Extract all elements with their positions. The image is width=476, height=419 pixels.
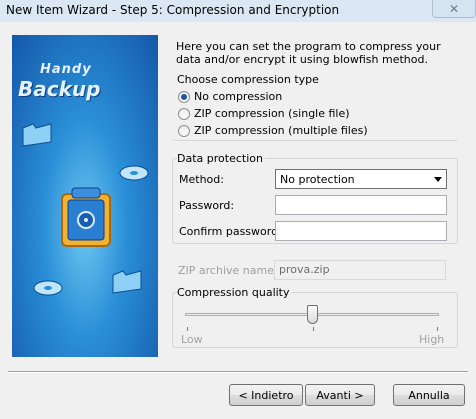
- logo-text-handy: Handy: [40, 62, 92, 77]
- method-label: Method:: [179, 173, 224, 186]
- radio-zip-single[interactable]: ZIP compression (single file): [178, 107, 350, 120]
- slider-tick: [437, 327, 438, 331]
- confirm-password-input[interactable]: [275, 221, 447, 241]
- radio-button-checked[interactable]: [178, 90, 190, 103]
- quality-group-label: Compression quality: [177, 286, 292, 299]
- confirm-password-label: Confirm password:: [179, 225, 282, 238]
- footer-separator: [8, 371, 468, 373]
- dropdown-arrow-icon: [434, 176, 442, 182]
- radio-label: ZIP compression (single file): [194, 107, 350, 120]
- password-input[interactable]: [275, 195, 447, 215]
- quality-group: Low High: [172, 292, 458, 348]
- folder-icon: [22, 123, 52, 147]
- safe-icon: [61, 187, 111, 247]
- cancel-button[interactable]: Annulla: [393, 384, 465, 406]
- compression-group: No compression ZIP compression (single f…: [172, 79, 458, 141]
- wizard-client-area: Handy Backup Here you can set the progra…: [0, 22, 476, 419]
- zip-archive-label: ZIP archive name:: [178, 264, 278, 277]
- title-bar: New Item Wizard - Step 5: Compression an…: [0, 0, 476, 22]
- protection-group: Method: No protection Password: Confirm …: [172, 158, 458, 244]
- zip-archive-input[interactable]: prova.zip: [274, 260, 446, 280]
- slider-tick: [187, 327, 188, 331]
- intro-text: Here you can set the program to compress…: [176, 40, 441, 66]
- disc-icon-lower: [33, 280, 63, 296]
- quality-low-label: Low: [181, 333, 203, 346]
- radio-button[interactable]: [178, 124, 190, 137]
- quality-high-label: High: [419, 333, 445, 346]
- radio-label: No compression: [194, 90, 283, 103]
- disc-icon: [119, 165, 149, 181]
- protection-group-label: Data protection: [177, 152, 265, 165]
- logo-text-backup: Backup: [18, 77, 101, 101]
- quality-slider-thumb[interactable]: [307, 305, 318, 324]
- wizard-sidebar-banner: Handy Backup: [12, 35, 158, 357]
- window-title: New Item Wizard - Step 5: Compression an…: [6, 3, 340, 17]
- close-icon: ✕: [448, 1, 460, 16]
- radio-button[interactable]: [178, 107, 190, 120]
- next-button[interactable]: Avanti >: [305, 384, 375, 406]
- password-label: Password:: [179, 199, 235, 212]
- radio-zip-multiple[interactable]: ZIP compression (multiple files): [178, 124, 368, 137]
- slider-tick: [313, 327, 314, 331]
- folder-icon-lower: [112, 270, 142, 294]
- close-button[interactable]: ✕: [432, 0, 476, 18]
- method-value: No protection: [280, 172, 355, 186]
- back-button[interactable]: < Indietro: [229, 384, 303, 406]
- compression-group-label: Choose compression type: [177, 73, 321, 86]
- method-select[interactable]: No protection: [275, 169, 447, 189]
- radio-label: ZIP compression (multiple files): [194, 124, 368, 137]
- radio-no-compression[interactable]: No compression: [178, 90, 282, 103]
